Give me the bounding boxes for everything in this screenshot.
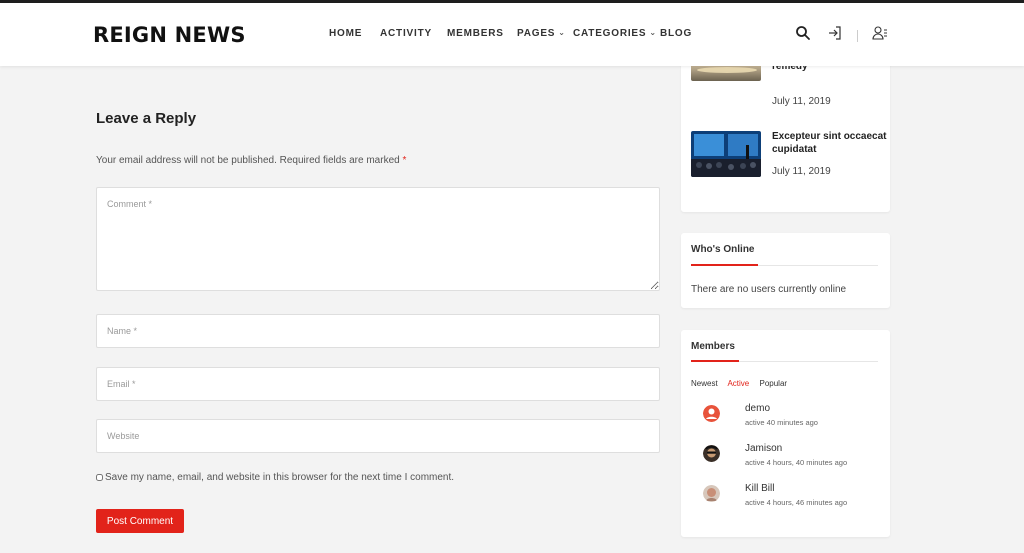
nav-item-activity[interactable]: ACTIVITY [380, 28, 432, 39]
member-name[interactable]: demo [745, 403, 770, 414]
nav-label: BLOG [660, 28, 693, 39]
nav-label: HOME [329, 28, 363, 39]
email-field[interactable] [96, 367, 660, 401]
nav-label: ACTIVITY [380, 28, 432, 39]
members-tabs: Newest Active Popular [691, 379, 795, 388]
nav-label: CATEGORIES [573, 28, 647, 39]
site-logo[interactable]: REIGN NEWS [93, 23, 246, 47]
nav-item-blog[interactable]: BLOG [660, 28, 692, 39]
reply-title: Leave a Reply [96, 110, 197, 127]
avatar[interactable] [703, 445, 720, 462]
reply-note-text: Your email address will not be published… [96, 155, 400, 166]
post-date: July 11, 2019 [772, 166, 831, 177]
avatar[interactable] [703, 405, 720, 422]
nav-item-categories[interactable]: CATEGORIES ⌄ [573, 28, 657, 39]
member-name[interactable]: Jamison [745, 443, 782, 454]
nav-label: PAGES [517, 28, 556, 39]
header-divider [857, 30, 858, 42]
members-widget: Members Newest Active Popular demo activ… [681, 330, 890, 537]
chevron-down-icon: ⌄ [649, 28, 657, 37]
post-thumbnail[interactable] [691, 131, 761, 177]
post-date: July 11, 2019 [772, 96, 831, 107]
member-last-active: active 4 hours, 40 minutes ago [745, 458, 848, 467]
post-comment-button[interactable]: Post Comment [96, 509, 184, 533]
nav-item-home[interactable]: HOME [329, 28, 362, 39]
widget-title: Who's Online [691, 244, 755, 255]
save-info-checkbox[interactable] [96, 474, 103, 481]
widget-title-underline [691, 360, 739, 362]
name-field[interactable] [96, 314, 660, 348]
whos-online-widget: Who's Online There are no users currentl… [681, 233, 890, 308]
reply-note: Your email address will not be published… [96, 155, 406, 166]
user-register-icon[interactable] [872, 25, 888, 41]
online-status-text: There are no users currently online [691, 284, 847, 295]
website-field[interactable] [96, 419, 660, 453]
nav-item-members[interactable]: MEMBERS [447, 28, 504, 39]
save-info-label: Save my name, email, and website in this… [105, 472, 455, 483]
tab-active[interactable]: Active [727, 379, 749, 388]
login-icon[interactable] [827, 25, 843, 41]
comment-textarea[interactable] [96, 187, 660, 291]
save-info-row[interactable]: Save my name, email, and website in this… [96, 472, 454, 483]
avatar[interactable] [703, 485, 720, 502]
chevron-down-icon: ⌄ [558, 28, 566, 37]
search-icon[interactable] [795, 25, 811, 41]
tab-popular[interactable]: Popular [760, 379, 788, 388]
required-mark: * [402, 155, 407, 166]
nav-label: MEMBERS [447, 28, 504, 39]
widget-title-underline [691, 264, 758, 266]
site-header: REIGN NEWS HOME ACTIVITY MEMBERS PAGES ⌄ … [0, 3, 1024, 66]
nav-item-pages[interactable]: PAGES ⌄ [517, 28, 566, 39]
post-title[interactable]: Excepteur sint occaecat cupidatat [772, 130, 887, 156]
member-last-active: active 4 hours, 46 minutes ago [745, 498, 848, 507]
widget-title: Members [691, 341, 735, 352]
member-name[interactable]: Kill Bill [745, 483, 774, 494]
tab-newest[interactable]: Newest [691, 379, 718, 388]
member-last-active: active 40 minutes ago [745, 418, 818, 427]
